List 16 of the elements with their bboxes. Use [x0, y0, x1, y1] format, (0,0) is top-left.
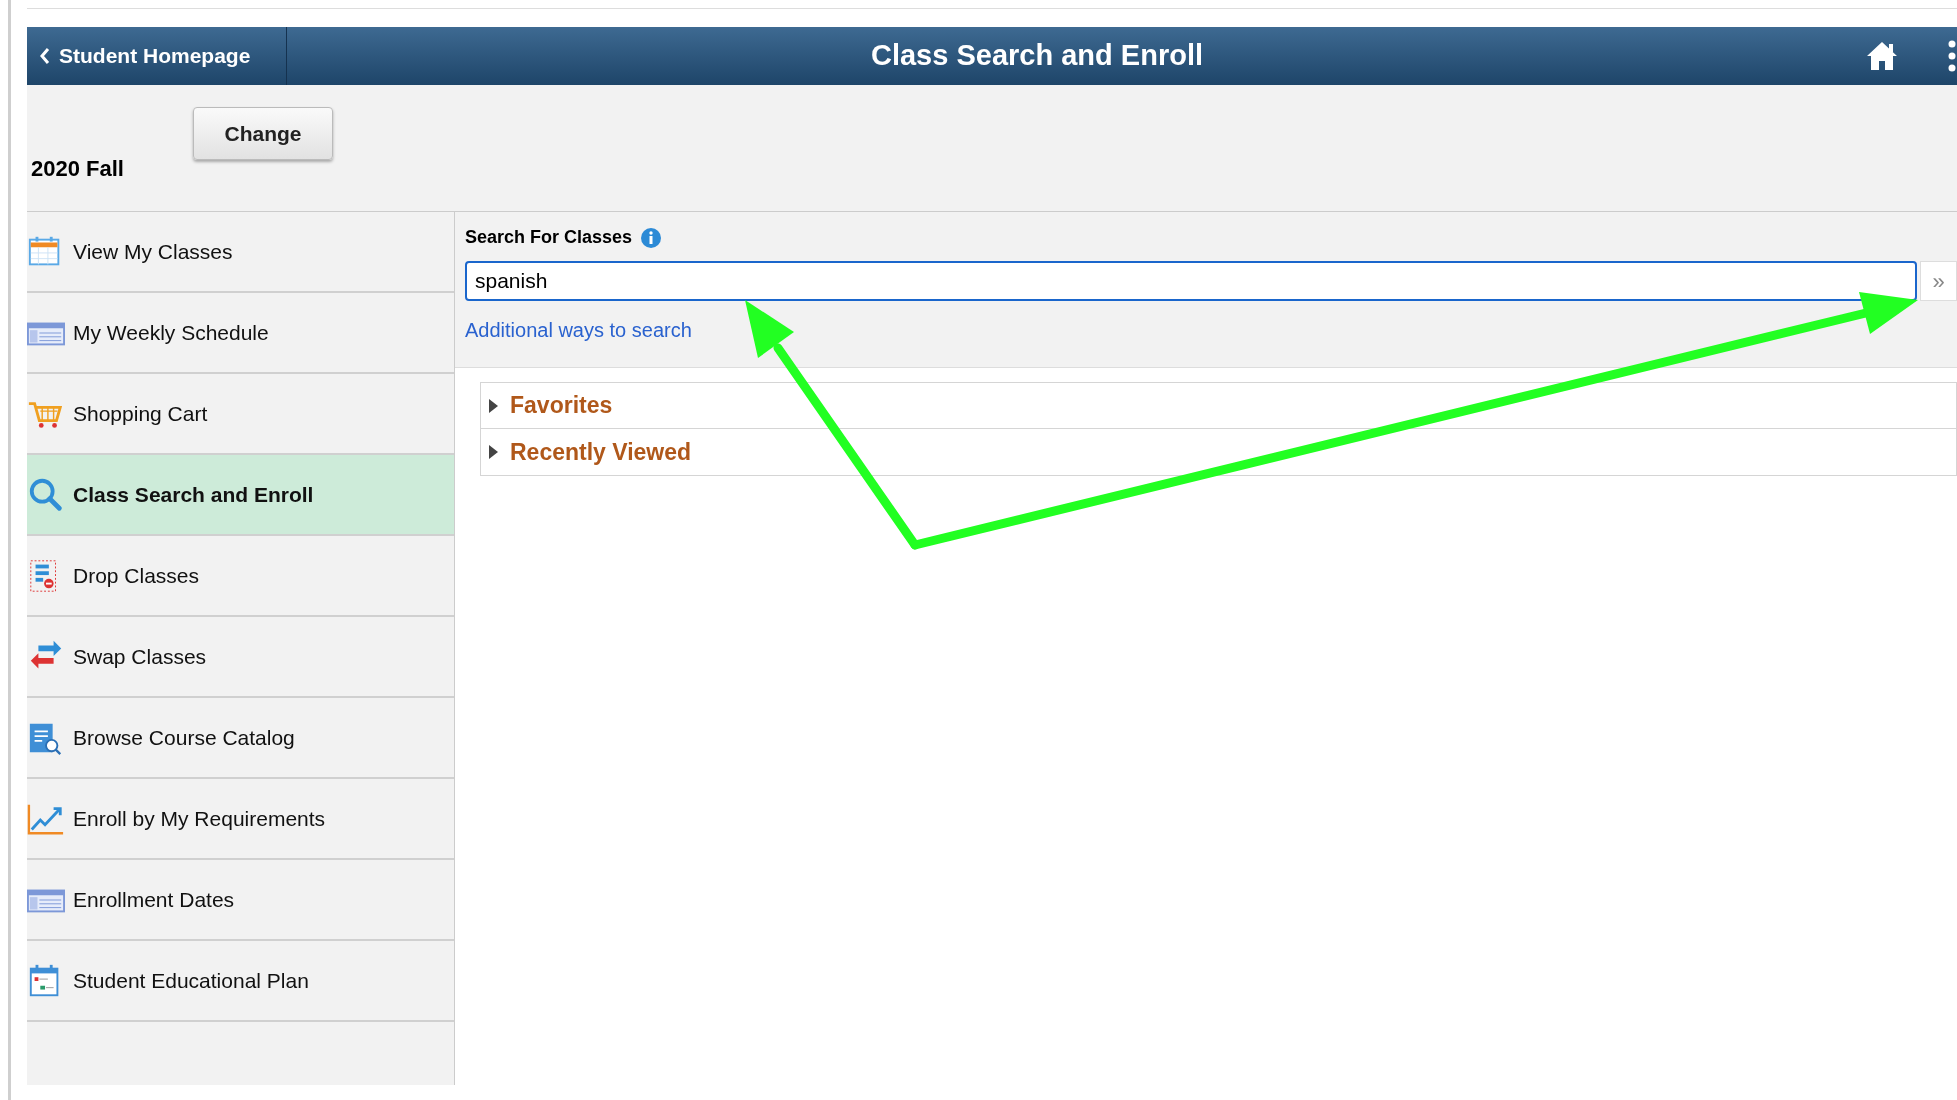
search-field[interactable]: spanish — [465, 261, 1917, 301]
term-label: 2020 Fall — [31, 155, 124, 183]
back-chevron-icon — [39, 47, 51, 65]
change-button[interactable]: Change — [193, 107, 333, 160]
more-icon[interactable] — [1947, 39, 1957, 73]
info-icon[interactable] — [640, 226, 663, 249]
home-icon[interactable] — [1865, 40, 1899, 72]
page-title: Class Search and Enroll — [870, 38, 1204, 74]
search-label: Search For Classes — [465, 226, 633, 249]
caret-right-icon — [489, 398, 498, 413]
collapsible-section-header[interactable]: Favorites — [480, 382, 1957, 429]
search-go-button[interactable]: » — [1920, 261, 1957, 301]
additional-search-link[interactable]: Additional ways to search — [465, 315, 692, 345]
sidebar-item[interactable]: Class Search and Enroll — [27, 455, 454, 536]
caret-right-icon — [489, 445, 498, 459]
collapsible-section-header[interactable]: Recently Viewed — [480, 429, 1957, 476]
